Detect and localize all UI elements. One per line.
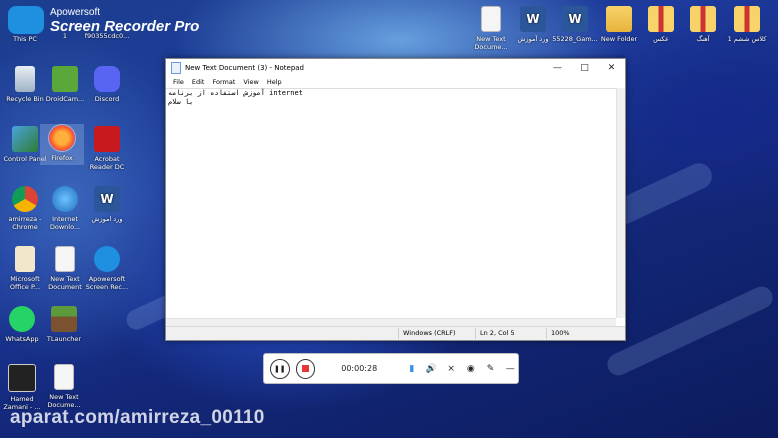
notepad-window[interactable]: New Text Document (3) - Notepad — □ ✕ Fi… (165, 58, 626, 341)
folder-icon (606, 6, 632, 32)
desktop-icon-word-game[interactable]: W 55228_Gam... (550, 6, 600, 43)
icon-label: New Text Docume... (474, 35, 508, 51)
icon-label: TLauncher (46, 335, 82, 343)
desktop-icon-tlauncher[interactable]: TLauncher (39, 306, 89, 343)
menu-file[interactable]: File (169, 78, 188, 86)
text-document-icon (54, 364, 74, 390)
office-document-icon (15, 246, 35, 272)
tlauncher-icon (51, 306, 77, 332)
minimize-button[interactable]: — (544, 59, 571, 76)
recording-timer: 00:00:28 (341, 364, 378, 373)
desktop-icon-new-text-2[interactable]: New Text Docume... (39, 364, 89, 409)
audio-file-icon (8, 364, 36, 392)
desktop-icon-acrobat[interactable]: Acrobat Reader DC (82, 126, 132, 171)
editor-line-2: با سلام (168, 98, 194, 106)
discord-icon (94, 66, 120, 92)
icon-label: DroidCam... (45, 95, 85, 103)
desktop-icon-class[interactable]: کلاس ششم 1 (722, 6, 772, 43)
desktop-icon-apowersoft[interactable]: Apowersoft Screen Rec... (82, 246, 132, 291)
icon-label: عکس (653, 35, 669, 43)
archive-icon (690, 6, 716, 32)
desktop-icon-word-doc[interactable]: W ورد اموزش (82, 186, 132, 223)
annotate-pen-icon[interactable]: ✎ (483, 364, 499, 374)
mic-muted-icon[interactable]: ⨯ (443, 364, 459, 374)
icon-label: This PC (13, 35, 37, 43)
desktop-icon-file-hash[interactable]: f90355cdc0... (82, 32, 132, 40)
notepad-icon (171, 61, 181, 74)
icon-label: amirreza - Chrome (8, 215, 42, 231)
status-position: Ln 2, Col 5 (475, 328, 546, 339)
apowersoft-icon (94, 246, 120, 272)
maximize-button[interactable]: □ (571, 59, 598, 76)
status-encoding: Windows (CRLF) (398, 328, 475, 339)
apowersoft-brand: Apowersoft Screen Recorder Pro (50, 7, 199, 35)
archive-icon (648, 6, 674, 32)
icon-label: Acrobat Reader DC (89, 155, 125, 171)
icon-label: ورد اموزش (91, 215, 123, 223)
icon-label: 1 (62, 32, 68, 40)
menu-view[interactable]: View (239, 78, 262, 86)
icon-label: کلاس ششم 1 (727, 35, 767, 43)
acrobat-icon (94, 126, 120, 152)
text-editor[interactable]: آموزش استفاده از برنامه internet با سلام (166, 88, 616, 327)
level-icon: ▮ (409, 363, 415, 374)
icon-label: آهنگ (696, 35, 710, 43)
icon-label: ورد آموزش (517, 35, 549, 43)
recorder-toolbar: ❚❚ 00:00:28 ▮ 🔊 ⨯ ◉ ✎ — (263, 353, 519, 384)
window-title: New Text Document (3) - Notepad (185, 63, 305, 72)
menu-help[interactable]: Help (263, 78, 286, 86)
apowersoft-logo-icon (8, 6, 44, 34)
word-document-icon: W (562, 6, 588, 32)
webcam-off-icon[interactable]: ◉ (463, 364, 479, 374)
chrome-icon (12, 186, 38, 212)
icon-label: Microsoft Office P... (9, 275, 41, 291)
menu-format[interactable]: Format (208, 78, 239, 86)
droidcam-icon (52, 66, 78, 92)
status-zoom: 100% (546, 328, 611, 339)
icon-label: 55228_Gam... (552, 35, 598, 43)
desktop: Apowersoft Screen Recorder Pro This PC 1… (0, 0, 778, 438)
recycle-bin-icon (15, 66, 35, 92)
close-button[interactable]: ✕ (598, 59, 625, 76)
archive-icon (734, 6, 760, 32)
icon-label: Internet Downlo... (49, 215, 81, 231)
watermark-text: aparat.com/amirreza_00110 (10, 407, 265, 428)
desktop-icon-ahang[interactable]: آهنگ (678, 6, 728, 43)
speaker-icon[interactable]: 🔊 (424, 364, 440, 374)
text-document-icon (55, 246, 75, 272)
editor-line-1: آموزش استفاده از برنامه internet (168, 89, 303, 97)
icon-label: Firefox (51, 154, 73, 162)
icon-label: Recycle Bin (6, 95, 44, 103)
stop-button[interactable] (295, 358, 316, 379)
status-bar: Windows (CRLF) Ln 2, Col 5 100% (166, 326, 625, 340)
vertical-scrollbar[interactable] (616, 88, 625, 318)
icon-label: New Folder (600, 35, 638, 43)
text-document-icon (481, 6, 501, 32)
whatsapp-icon (9, 306, 35, 332)
menu-bar: File Edit Format View Help (166, 76, 625, 87)
menu-edit[interactable]: Edit (188, 78, 209, 86)
icon-label: Discord (94, 95, 120, 103)
word-document-icon: W (94, 186, 120, 212)
desktop-icon-discord[interactable]: Discord (82, 66, 132, 103)
word-document-icon: W (520, 6, 546, 32)
title-bar[interactable]: New Text Document (3) - Notepad — □ ✕ (166, 59, 625, 76)
stop-icon (301, 365, 309, 372)
internet-download-manager-icon (52, 186, 78, 212)
control-panel-icon (12, 126, 38, 152)
icon-label: New Text Document (48, 275, 82, 291)
pause-button[interactable]: ❚❚ (270, 358, 290, 379)
icon-label: f90355cdc0... (84, 32, 130, 40)
firefox-icon (48, 124, 76, 152)
desktop-icon-firefox[interactable]: Firefox (40, 124, 84, 165)
brand-line1: Apowersoft (50, 7, 101, 18)
icon-label: WhatsApp (5, 335, 39, 343)
icon-label: Apowersoft Screen Rec... (85, 275, 129, 291)
minimize-toolbar-icon[interactable]: — (502, 364, 518, 374)
